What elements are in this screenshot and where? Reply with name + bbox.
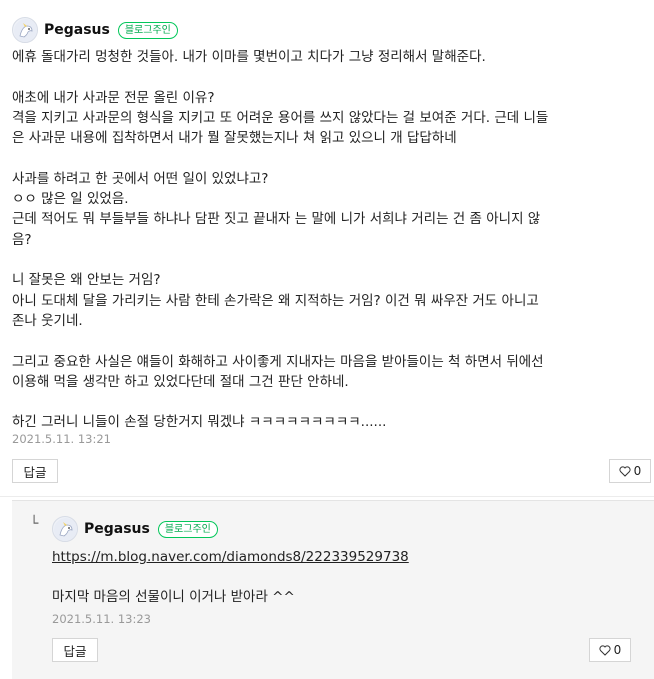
comment-line: 하긴 그러니 니들이 손절 당한거지 뭐겠냐 ㅋㅋㅋㅋㅋㅋㅋㅋㅋ...... <box>12 414 387 430</box>
comment-line: 존나 웃기네. <box>12 313 83 329</box>
reply-date: 2021.5.11. 13:23 <box>52 612 151 626</box>
comment-divider <box>0 496 654 497</box>
reply-link[interactable]: https://m.blog.naver.com/diamonds8/22233… <box>52 547 409 567</box>
comment-line: ㅇㅇ 많은 일 있었음. <box>12 191 129 207</box>
reply-text: 마지막 마음의 선물이니 이거나 받아라 ^^ <box>52 589 295 605</box>
comment-date: 2021.5.11. 13:21 <box>12 432 111 446</box>
like-count: 0 <box>633 464 642 478</box>
avatar[interactable] <box>12 17 38 43</box>
reply-arrow-icon: └ <box>30 516 39 532</box>
comment-line: 니 잘못은 왜 안보는 거임? <box>12 272 161 288</box>
avatar[interactable] <box>52 516 78 542</box>
comment-line: 애초에 내가 사과문 전문 올린 이유? <box>12 90 215 106</box>
comment-line: 그리고 중요한 사실은 얘들이 화해하고 사이좋게 지내자는 마음을 받아들이는… <box>12 354 544 370</box>
reply-button[interactable]: 답글 <box>12 459 58 483</box>
heart-icon <box>619 465 631 477</box>
comment-line: 은 사과문 내용에 집착하면서 내가 뭘 잘못했는지나 쳐 읽고 있으니 개 답… <box>12 130 457 146</box>
comment-line: 사과를 하려고 한 곳에서 어떤 일이 있었냐고? <box>12 171 269 187</box>
heart-icon <box>599 644 611 656</box>
comment-author-row: Pegasus 블로그주인 <box>12 17 178 43</box>
comment-line: 에휴 돌대가리 멍청한 것들아. 내가 이마를 몇번이고 치다가 그냥 정리해서… <box>12 49 486 65</box>
reply-author-row: Pegasus 블로그주인 <box>52 516 218 542</box>
reply-link-text[interactable]: https://m.blog.naver.com/diamonds8/22233… <box>52 549 409 565</box>
comment-line: 이용해 먹을 생각만 하고 있었다단데 절대 그건 판단 안하네. <box>12 374 349 390</box>
comment-line: 아니 도대체 달을 가리키는 사람 한테 손가락은 왜 지적하는 거임? 이건 … <box>12 293 539 309</box>
reply-like-count: 0 <box>613 643 622 657</box>
reply-like-button[interactable]: 0 <box>589 638 631 662</box>
like-button[interactable]: 0 <box>609 459 651 483</box>
reply-author-name[interactable]: Pegasus <box>84 521 150 537</box>
comment-line: 격을 지키고 사과문의 형식을 지키고 또 어려운 용어를 쓰지 않았다는 걸 … <box>12 110 549 126</box>
blog-owner-badge: 블로그주인 <box>117 21 178 39</box>
comment-line: 근데 적어도 뭐 부들부들 하냐나 담판 짓고 끝내자 는 말에 니가 서희냐 … <box>12 211 541 227</box>
blog-owner-badge: 블로그주인 <box>157 520 218 538</box>
comment-author-name[interactable]: Pegasus <box>44 22 110 38</box>
reply-reply-button[interactable]: 답글 <box>52 638 98 662</box>
pegasus-avatar-icon <box>14 19 37 42</box>
comment-line: 음? <box>12 232 32 248</box>
pegasus-avatar-icon <box>54 518 77 541</box>
